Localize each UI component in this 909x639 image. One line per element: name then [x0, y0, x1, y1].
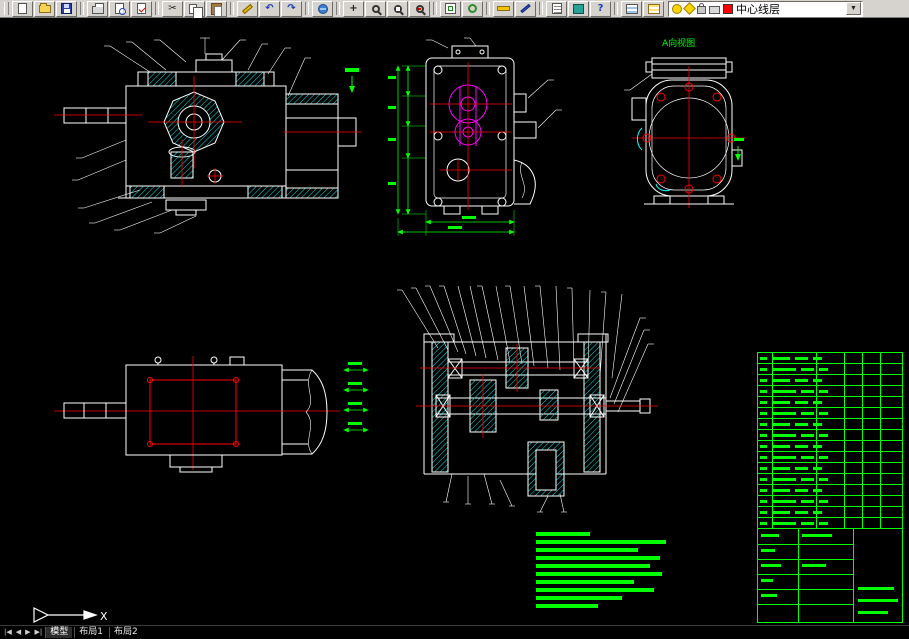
open-folder-icon: [38, 2, 51, 13]
magnifier-icon: [371, 4, 380, 13]
toolbar-separator: [336, 2, 340, 15]
layer-plot-icon[interactable]: [709, 5, 720, 14]
toolbar-separator: [614, 2, 618, 15]
match-properties-button[interactable]: [237, 0, 258, 17]
layer-freeze-sun-icon[interactable]: [683, 2, 696, 15]
save-button[interactable]: [56, 0, 77, 17]
view-side-a-direction: A向视图: [624, 37, 746, 208]
standard-toolbar: ✂ ↶ ↷ + ? 中心线层 ▼: [0, 0, 909, 19]
named-views-button[interactable]: [440, 0, 461, 17]
tab-layout2[interactable]: 布局2: [109, 627, 142, 638]
toolbar-separator: [486, 2, 490, 15]
copy-icon: [188, 3, 203, 19]
layer-dropdown-arrow[interactable]: ▼: [846, 2, 861, 15]
toolbar-separator: [433, 2, 437, 15]
properties-button[interactable]: [546, 0, 567, 17]
paste-button[interactable]: [206, 0, 227, 17]
copy-button[interactable]: [184, 0, 205, 19]
help-button[interactable]: ?: [590, 0, 611, 17]
layer-on-bulb-icon[interactable]: [672, 3, 682, 14]
scissors-icon: ✂: [168, 2, 177, 14]
printer-icon: [91, 2, 104, 14]
first-tab-button[interactable]: |◀: [3, 629, 13, 636]
zoom-realtime-button[interactable]: [365, 0, 386, 17]
previous-tab-button[interactable]: ◀: [15, 629, 22, 636]
make-layer-current-button[interactable]: [643, 0, 664, 17]
layers-icon: [625, 3, 638, 14]
make-layer-icon: [647, 3, 660, 14]
undo-arrow-icon: ↶: [265, 2, 274, 14]
new-file-icon: [18, 3, 27, 14]
view-front: [54, 37, 362, 234]
new-button[interactable]: [12, 0, 33, 17]
print-preview-button[interactable]: [109, 0, 130, 17]
toolbar-separator: [305, 2, 309, 15]
redo-arrow-icon: ↷: [287, 2, 296, 14]
layer-color-swatch: [723, 3, 733, 14]
paintbrush-icon: [242, 3, 253, 14]
design-center-icon: [573, 3, 584, 14]
toolbar-grip[interactable]: [4, 2, 9, 15]
globe-icon: [317, 3, 328, 14]
toolbar-separator: [80, 2, 84, 15]
title-block: [758, 528, 902, 622]
layer-dropdown[interactable]: 中心线层 ▼: [668, 0, 863, 17]
current-layer-name: 中心线层: [736, 2, 780, 16]
last-tab-button[interactable]: ▶|: [34, 629, 44, 636]
redraw-button[interactable]: [515, 0, 536, 17]
tab-layout1[interactable]: 布局1: [74, 627, 107, 638]
toolbar-separator: [155, 2, 159, 15]
open-button[interactable]: [34, 0, 55, 17]
zoom-previous-button[interactable]: [409, 0, 430, 17]
orbit-button[interactable]: [462, 0, 483, 17]
technical-notes-block: [536, 532, 676, 612]
design-center-button[interactable]: [568, 0, 589, 17]
save-floppy-icon: [61, 3, 72, 14]
distance-button[interactable]: [493, 0, 514, 17]
layer-lock-icon[interactable]: [697, 3, 706, 14]
plot-button[interactable]: [87, 0, 108, 17]
layers-button[interactable]: [621, 0, 642, 17]
undo-button[interactable]: ↶: [259, 0, 280, 17]
pan-button[interactable]: +: [343, 0, 364, 17]
insert-hyperlink-button[interactable]: [312, 0, 333, 17]
spelling-button[interactable]: [131, 0, 152, 17]
pencil-icon: [520, 3, 531, 14]
view-direction-label: A向视图: [662, 37, 695, 49]
tab-model[interactable]: 模型: [45, 627, 73, 638]
drawing-canvas[interactable]: A向视图 X: [0, 18, 909, 625]
view-section: [343, 285, 658, 513]
cut-button[interactable]: ✂: [162, 0, 183, 17]
help-icon: ?: [597, 2, 604, 14]
toolbar-separator: [230, 2, 234, 15]
properties-icon: [551, 3, 562, 14]
views-icon: [445, 3, 456, 14]
ruler-icon: [497, 6, 510, 11]
toolbar-separator: [539, 2, 543, 15]
parts-list-title-block: [757, 352, 903, 623]
ucs-x-axis-label: X: [100, 610, 108, 623]
layout-tab-bar: |◀ ◀ ▶ ▶| 模型 布局1 布局2: [0, 625, 909, 639]
magnifier-window-icon: [393, 4, 402, 13]
view-top: [388, 37, 562, 236]
magnifier-previous-icon: [415, 4, 424, 13]
view-front-outline: [54, 356, 340, 473]
print-preview-icon: [115, 3, 126, 15]
orbit-icon: [468, 4, 477, 13]
redo-button[interactable]: ↷: [281, 0, 302, 17]
spelling-icon: [137, 3, 146, 14]
pan-cross-icon: +: [349, 2, 358, 14]
next-tab-button[interactable]: ▶: [24, 629, 31, 636]
clipboard-icon: [211, 2, 222, 16]
zoom-window-button[interactable]: [387, 0, 408, 17]
ucs-icon: X: [33, 607, 108, 623]
